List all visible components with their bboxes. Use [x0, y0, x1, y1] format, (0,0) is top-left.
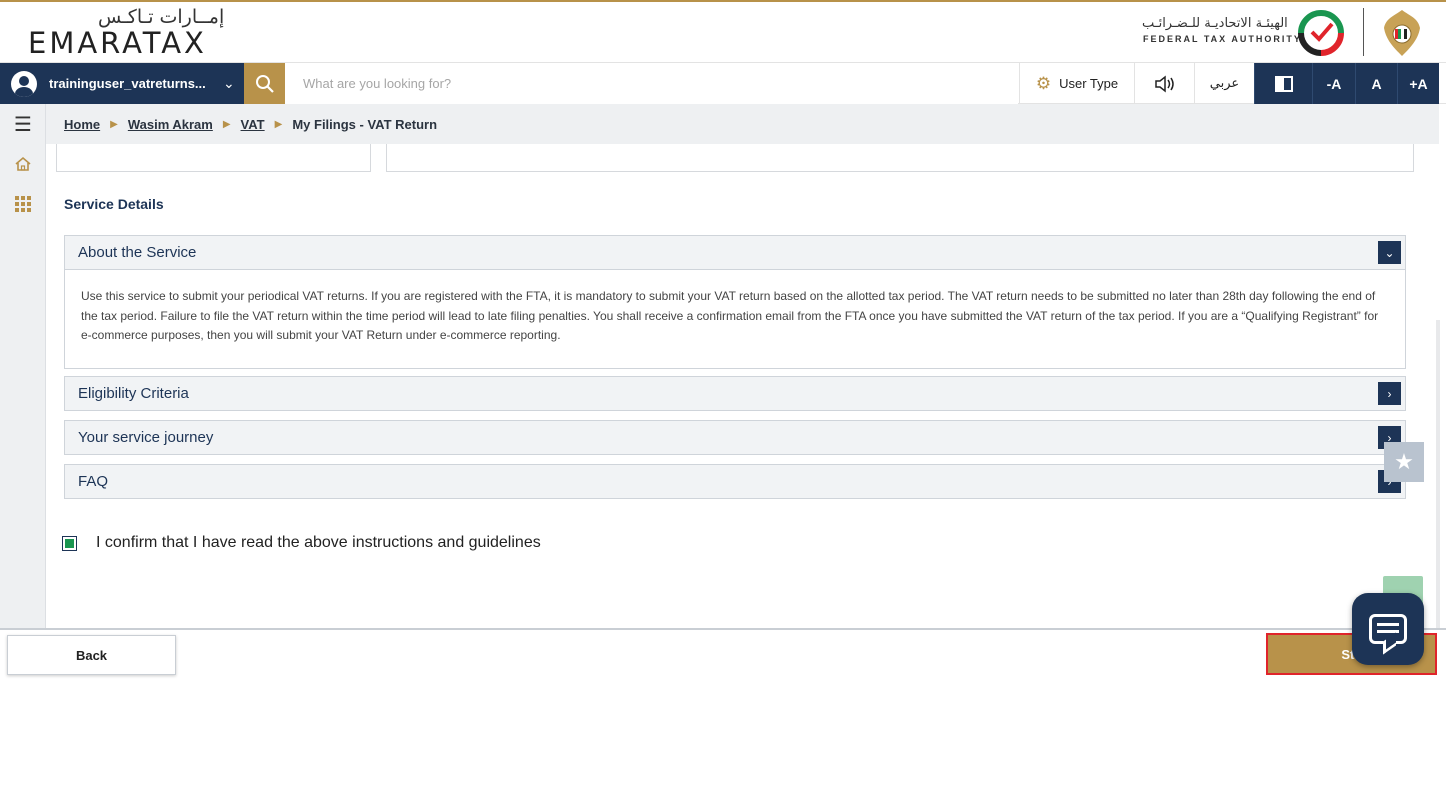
- fta-name-english: FEDERAL TAX AUTHORITY: [1143, 34, 1302, 44]
- user-type-label: User Type: [1059, 76, 1119, 91]
- service-details-title: Service Details: [64, 196, 164, 212]
- back-button[interactable]: Back: [7, 635, 176, 675]
- accordion-title: Eligibility Criteria: [78, 385, 189, 402]
- breadcrumb-home[interactable]: Home: [64, 117, 100, 132]
- hamburger-menu-icon[interactable]: ☰: [0, 104, 46, 144]
- accordion-service-journey: Your service journey ›: [64, 420, 1406, 455]
- font-increase-button[interactable]: +A: [1397, 63, 1439, 104]
- action-bar: Back Sta: [0, 628, 1446, 678]
- checkbox-checked-mark: [65, 538, 74, 548]
- search-icon: [255, 74, 274, 93]
- breadcrumb-vat[interactable]: VAT: [241, 117, 265, 132]
- chevron-down-icon[interactable]: ⌄: [223, 75, 235, 92]
- contrast-icon: [1274, 75, 1293, 92]
- previous-field-left: NA: [56, 144, 371, 172]
- accordion-header[interactable]: Your service journey ›: [65, 421, 1405, 454]
- emaratax-logo[interactable]: EMARATAX: [28, 26, 207, 60]
- breadcrumb-separator-icon: ▶: [222, 118, 231, 130]
- breadcrumb-current: My Filings - VAT Return: [292, 116, 438, 132]
- accordion-title: About the Service: [78, 244, 197, 261]
- breadcrumb: Home ▶ Wasim Akram ▶ VAT ▶ My Filings - …: [46, 104, 1439, 144]
- accordion-header[interactable]: FAQ ›: [65, 465, 1405, 498]
- user-type-button[interactable]: ⚙ User Type: [1019, 63, 1134, 104]
- text-to-speech-button[interactable]: [1134, 63, 1194, 104]
- user-avatar-icon: [11, 70, 37, 97]
- accordion-faq: FAQ ›: [64, 464, 1406, 499]
- main-content: NA Service Details About the Service ⌄ U…: [47, 144, 1439, 628]
- accordion-title: Your service journey: [78, 429, 214, 446]
- site-header: إمــارات تـاكـس EMARATAX الهيئـة الاتحاد…: [0, 2, 1446, 62]
- accordion-eligibility-criteria: Eligibility Criteria ›: [64, 376, 1406, 411]
- search-input[interactable]: [285, 63, 1018, 104]
- breadcrumb-separator-icon: ▶: [274, 118, 283, 130]
- speaker-icon: [1154, 74, 1174, 93]
- breadcrumb-separator-icon: ▶: [110, 118, 118, 130]
- accordion-body: Use this service to submit your periodic…: [65, 269, 1405, 368]
- uae-emblem-icon: [1384, 10, 1420, 56]
- confirm-label[interactable]: I confirm that I have read the above ins…: [96, 534, 541, 552]
- font-decrease-button[interactable]: -A: [1312, 63, 1355, 104]
- chat-icon: [1369, 614, 1407, 644]
- page: إمــارات تـاكـس EMARATAX الهيئـة الاتحاد…: [0, 0, 1446, 801]
- accordion-header[interactable]: Eligibility Criteria ›: [65, 377, 1405, 410]
- confirmation-row: I confirm that I have read the above ins…: [62, 534, 541, 552]
- gear-icon: ⚙: [1035, 73, 1052, 93]
- language-toggle[interactable]: عربي: [1194, 63, 1254, 104]
- favorite-star-icon[interactable]: ★: [1384, 442, 1424, 482]
- confirm-checkbox[interactable]: [62, 535, 77, 551]
- contrast-toggle[interactable]: [1254, 63, 1312, 104]
- chevron-down-icon[interactable]: ⌄: [1378, 241, 1401, 264]
- fta-name-arabic: الهيئـة الاتحاديـة للـضـرائـب: [1142, 16, 1288, 31]
- top-toolbar: traininguser_vatreturns... ⌄ ⚙ User Type…: [0, 62, 1446, 104]
- emaratax-logo-arabic: إمــارات تـاكـس: [98, 6, 225, 28]
- username: traininguser_vatreturns...: [49, 76, 206, 91]
- chat-button[interactable]: [1352, 593, 1424, 665]
- header-divider: [1363, 8, 1364, 56]
- chevron-right-icon[interactable]: ›: [1378, 382, 1401, 405]
- previous-field-right: [386, 144, 1414, 172]
- search-button[interactable]: [244, 63, 285, 104]
- accordion-header[interactable]: About the Service ⌄: [65, 236, 1405, 269]
- left-sidebar: ☰: [0, 104, 46, 628]
- fta-emblem-icon: [1298, 10, 1344, 56]
- accordion-about-service: About the Service ⌄ Use this service to …: [64, 235, 1406, 369]
- scrollbar[interactable]: [1436, 320, 1440, 628]
- breadcrumb-wasim-akram[interactable]: Wasim Akram: [128, 117, 213, 132]
- user-menu[interactable]: traininguser_vatreturns... ⌄: [0, 63, 244, 104]
- font-reset-button[interactable]: A: [1355, 63, 1397, 104]
- apps-grid-icon[interactable]: [0, 184, 46, 224]
- accordion-title: FAQ: [78, 473, 109, 490]
- home-icon[interactable]: [0, 144, 46, 184]
